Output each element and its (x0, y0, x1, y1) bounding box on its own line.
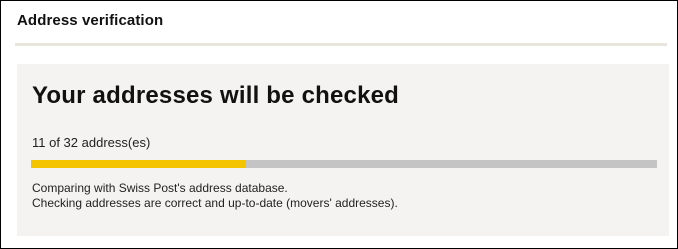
dialog-title: Address verification (17, 12, 164, 29)
status-line-movers: Checking addresses are correct and up-to… (32, 196, 398, 210)
status-line-database: Comparing with Swiss Post's address data… (32, 181, 288, 195)
progress-count-label: 11 of 32 address(es) (32, 135, 151, 150)
panel-heading: Your addresses will be checked (32, 82, 400, 109)
title-divider (15, 43, 667, 46)
verification-panel: Your addresses will be checked 11 of 32 … (17, 64, 669, 236)
address-verification-dialog: Address verification Your addresses will… (0, 0, 678, 249)
progress-bar-fill (31, 160, 247, 168)
progress-bar (31, 160, 657, 168)
